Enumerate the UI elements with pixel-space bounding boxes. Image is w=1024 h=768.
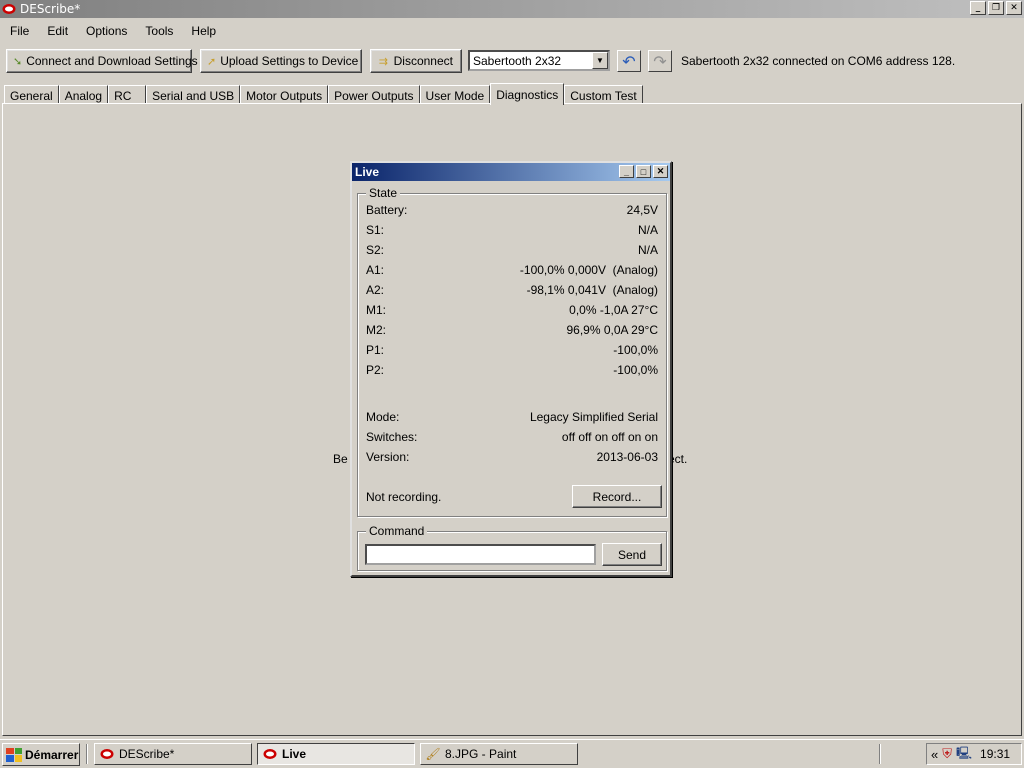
state-group: State Battery: 24,5V S1: N/A S2: N/A A1: -10… <box>357 186 667 517</box>
command-legend: Command <box>366 524 428 538</box>
disconnect-icon: ⇉ <box>378 55 388 68</box>
state-row-a2: A2: -98,1% 0,041V (Analog) <box>366 283 658 297</box>
task-paint[interactable]: 🖌 8.JPG - Paint <box>420 743 578 765</box>
upload-icon: ➚ <box>207 55 217 68</box>
recording-status: Not recording. <box>366 490 442 504</box>
send-button[interactable]: Send <box>602 543 662 566</box>
menu-options[interactable]: Options <box>78 24 135 38</box>
command-input[interactable] <box>365 544 596 565</box>
tray-expand-button[interactable]: « <box>931 747 938 762</box>
connect-download-button[interactable]: ➘ Connect and Download Settings <box>6 49 198 73</box>
minimize-button[interactable]: _ <box>970 1 986 15</box>
command-group: Command Send <box>357 524 667 571</box>
restore-button[interactable]: ❐ <box>988 1 1004 15</box>
tab-custom-test[interactable]: Custom Test <box>564 85 643 105</box>
live-title-bar[interactable]: Live _ □ ✕ <box>352 163 670 181</box>
task-live[interactable]: Live <box>257 743 415 765</box>
panel-text-fragment: Be <box>333 452 348 466</box>
undo-icon: ↶ <box>622 51 636 71</box>
state-row-m2: M2: 96,9% 0,0A 29°C <box>366 323 658 337</box>
toolbar: ➘ Connect and Download Settings ➚ Upload… <box>0 48 1024 76</box>
shield-icon[interactable]: ⛨ <box>942 746 952 762</box>
undo-button[interactable]: ↶ <box>617 50 641 72</box>
taskbar-separator <box>879 744 881 764</box>
tab-analog[interactable]: Analog <box>58 85 109 105</box>
tab-motor-outputs[interactable]: Motor Outputs <box>240 85 329 105</box>
redo-button[interactable]: ↷ <box>648 50 672 72</box>
state-row-m1: M1: 0,0% -1,0A 27°C <box>366 303 658 317</box>
start-button[interactable]: Démarrer <box>2 743 80 766</box>
state-row-p1: P1: -100,0% <box>366 343 658 357</box>
device-select[interactable]: Sabertooth 2x32 ▼ <box>468 50 610 71</box>
state-row-p2: P2: -100,0% <box>366 363 658 377</box>
redo-icon: ↷ <box>653 51 667 71</box>
tab-strip: General Analog RC Serial and USB Motor O… <box>4 83 643 105</box>
task-describe[interactable]: DEScribe* <box>94 743 252 765</box>
window-title: DEScribe* <box>20 2 81 16</box>
minimize-button[interactable]: _ <box>619 165 634 178</box>
system-tray: « ⛨ 🖳 19:31 <box>926 743 1022 765</box>
record-button[interactable]: Record... <box>572 485 662 508</box>
close-button[interactable]: ✕ <box>653 165 668 178</box>
tab-diagnostics[interactable]: Diagnostics <box>490 83 565 105</box>
network-icon[interactable]: 🖳 <box>956 744 972 765</box>
menu-edit[interactable]: Edit <box>39 24 76 38</box>
tab-general[interactable]: General <box>4 85 59 105</box>
tab-serial-usb[interactable]: Serial and USB <box>146 85 241 105</box>
clock: 19:31 <box>980 747 1011 761</box>
live-window: Live _ □ ✕ State Battery: 24,5V S1: N/A S2… <box>350 161 672 577</box>
state-legend: State <box>366 186 401 200</box>
state-row-s2: S2: N/A <box>366 243 658 257</box>
taskbar: Démarrer DEScribe* Live 🖌 8.JPG - Paint … <box>0 739 1024 768</box>
chevron-down-icon[interactable]: ▼ <box>592 52 608 69</box>
menu-file[interactable]: File <box>2 24 37 38</box>
info-row-mode: Mode: Legacy Simplified Serial <box>366 410 658 424</box>
title-bar: DEScribe* _ ❐ ✕ <box>0 0 1024 18</box>
windows-logo-icon <box>6 747 22 762</box>
download-icon: ➘ <box>13 55 23 68</box>
state-row-s1: S1: N/A <box>366 223 658 237</box>
paint-icon: 🖌 <box>425 747 441 761</box>
app-icon <box>2 2 16 16</box>
app-icon <box>262 747 278 761</box>
tab-power-outputs[interactable]: Power Outputs <box>328 85 420 105</box>
info-row-switches: Switches: off off on off on on <box>366 430 658 444</box>
info-row-version: Version: 2013-06-03 <box>366 450 658 464</box>
app-icon <box>99 747 115 761</box>
tab-rc[interactable]: RC <box>108 85 147 105</box>
close-button[interactable]: ✕ <box>1006 1 1022 15</box>
connection-status: Sabertooth 2x32 connected on COM6 addres… <box>681 54 956 68</box>
state-row-battery: Battery: 24,5V <box>366 203 658 217</box>
upload-settings-button[interactable]: ➚ Upload Settings to Device <box>200 49 362 73</box>
maximize-button[interactable]: □ <box>636 165 651 178</box>
menu-help[interactable]: Help <box>183 24 224 38</box>
disconnect-button[interactable]: ⇉ Disconnect <box>370 49 462 73</box>
taskbar-separator <box>86 744 88 764</box>
menu-tools[interactable]: Tools <box>137 24 181 38</box>
menu-bar: File Edit Options Tools Help <box>0 20 224 42</box>
state-row-a1: A1: -100,0% 0,000V (Analog) <box>366 263 658 277</box>
tab-user-mode[interactable]: User Mode <box>419 85 491 105</box>
live-window-title: Live <box>355 165 380 179</box>
